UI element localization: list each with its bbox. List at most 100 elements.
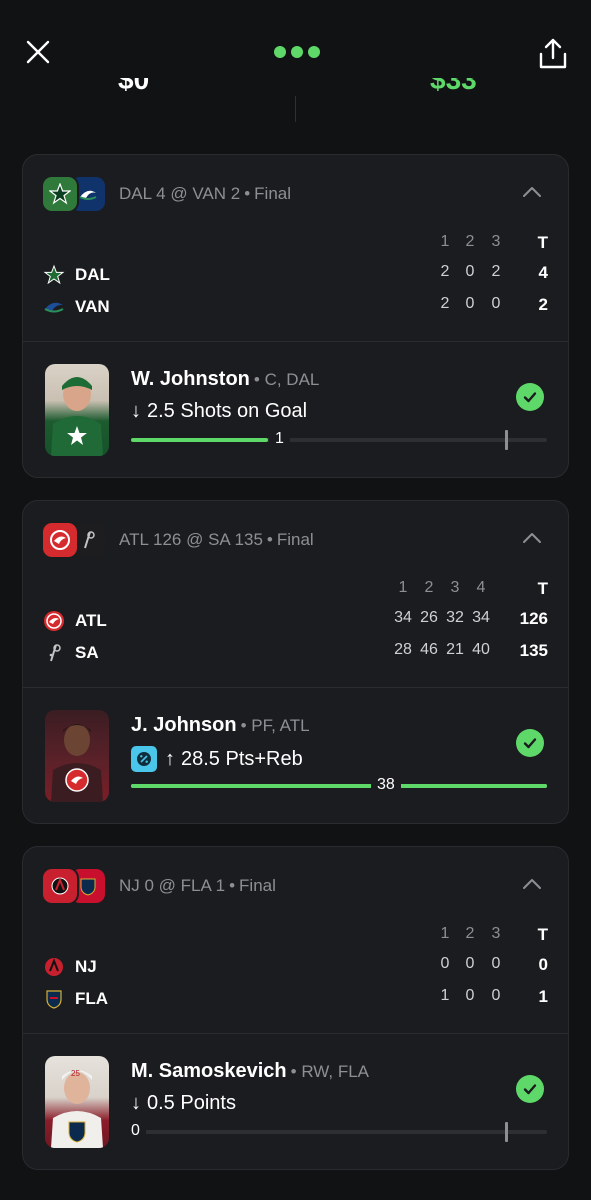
game-header[interactable]: NJ 0 @ FLA 1 • Final xyxy=(23,847,568,925)
period-label: 2 xyxy=(465,233,475,250)
team-abbr: ATL xyxy=(75,611,107,630)
player-name: W. Johnston • C, DAL xyxy=(131,368,320,390)
arrow-down-icon: ↓ xyxy=(131,400,141,422)
percent-boost-icon xyxy=(131,746,157,772)
player-photo xyxy=(45,364,109,456)
period-score: 1 xyxy=(440,987,450,1004)
period-label: 2 xyxy=(465,925,475,942)
team-total: 1 xyxy=(538,987,548,1006)
game-title: ATL 126 @ SA 135 • Final xyxy=(119,530,314,549)
period-score: 0 xyxy=(440,955,450,972)
period-score: 32 xyxy=(446,609,464,626)
period-label: 3 xyxy=(491,233,501,250)
game-card: DAL 4 @ VAN 2 • Final 1 2 3 T DAL 2 0 2 4 … xyxy=(22,154,569,478)
team-total: 0 xyxy=(538,955,548,974)
dallas-stars-icon xyxy=(43,177,77,211)
team-abbr: NJ xyxy=(75,957,97,976)
progress-track xyxy=(131,1122,547,1142)
score-table: 1 2 3 4 T ATL 34 26 32 34 126 SA 28 46 2… xyxy=(23,579,568,687)
period-score: 40 xyxy=(472,641,490,658)
share-icon[interactable] xyxy=(536,36,570,72)
team-row: VAN 2 0 0 2 xyxy=(23,295,568,319)
payout-total: $33 xyxy=(430,78,477,95)
period-label: 1 xyxy=(440,233,450,250)
team-abbr: FLA xyxy=(75,989,109,1008)
period-label: 1 xyxy=(398,579,408,596)
team-abbr: DAL xyxy=(75,265,110,284)
period-label: 3 xyxy=(450,579,460,596)
team-abbr: VAN xyxy=(75,297,110,316)
totals-strip: $0 $33 xyxy=(0,78,591,98)
progress-fill xyxy=(131,784,547,788)
game-title: DAL 4 @ VAN 2 • Final xyxy=(119,184,292,203)
period-score: 2 xyxy=(440,295,450,312)
period-score: 28 xyxy=(394,641,412,658)
period-score: 0 xyxy=(465,955,475,972)
san-antonio-spurs-icon xyxy=(43,642,65,664)
check-circle-icon xyxy=(516,383,544,411)
atlanta-hawks-icon xyxy=(43,610,65,632)
period-score: 0 xyxy=(465,295,475,312)
prop-line: ↓ 0.5 Points xyxy=(131,1092,236,1115)
more-dots-icon[interactable] xyxy=(274,46,320,60)
period-score: 0 xyxy=(465,263,475,280)
chevron-up-icon[interactable] xyxy=(522,531,542,545)
period-score: 0 xyxy=(491,295,501,312)
progress-value: 38 xyxy=(371,776,401,794)
progress-track xyxy=(131,430,547,450)
team-row: NJ 0 0 0 0 xyxy=(23,955,568,979)
period-score: 46 xyxy=(420,641,438,658)
period-score: 21 xyxy=(446,641,464,658)
florida-panthers-icon xyxy=(43,988,65,1010)
period-label: 3 xyxy=(491,925,501,942)
team-logos xyxy=(43,523,105,557)
score-table: 1 2 3 T DAL 2 0 2 4 VAN 2 0 0 2 xyxy=(23,233,568,341)
game-title: NJ 0 @ FLA 1 • Final xyxy=(119,876,276,895)
period-score: 0 xyxy=(491,955,501,972)
prop-line: ↑ 28.5 Pts+Reb xyxy=(131,746,303,772)
player-prop[interactable]: 25 M. Samoskevich • RW, FLA ↓ 0.5 Points … xyxy=(23,1034,568,1164)
period-header: 1 2 3 T xyxy=(23,925,568,947)
game-header[interactable]: ATL 126 @ SA 135 • Final xyxy=(23,501,568,579)
total-label: T xyxy=(537,925,548,944)
prop-line-text: 2.5 Shots on Goal xyxy=(147,400,308,422)
period-header: 1 2 3 T xyxy=(23,233,568,255)
period-label: 1 xyxy=(440,925,450,942)
period-score: 2 xyxy=(491,263,501,280)
player-prop[interactable]: W. Johnston • C, DAL ↓ 2.5 Shots on Goal … xyxy=(23,342,568,472)
team-logos xyxy=(43,177,105,211)
new-jersey-devils-icon xyxy=(43,956,65,978)
chevron-up-icon[interactable] xyxy=(522,185,542,199)
new-jersey-devils-icon xyxy=(43,869,77,903)
player-prop[interactable]: J. Johnson • PF, ATL ↑ 28.5 Pts+Reb 38 xyxy=(23,688,568,818)
game-card: NJ 0 @ FLA 1 • Final 1 2 3 T NJ 0 0 0 0 FL… xyxy=(22,846,569,1170)
period-score: 0 xyxy=(465,987,475,1004)
player-name: M. Samoskevich • RW, FLA xyxy=(131,1060,370,1082)
arrow-down-icon: ↓ xyxy=(131,1092,141,1114)
divider xyxy=(295,96,296,122)
check-circle-icon xyxy=(516,729,544,757)
player-photo xyxy=(45,710,109,802)
chevron-up-icon[interactable] xyxy=(522,877,542,891)
score-table: 1 2 3 T NJ 0 0 0 0 FLA 1 0 0 1 xyxy=(23,925,568,1033)
game-card: ATL 126 @ SA 135 • Final 1 2 3 4 T ATL 34 … xyxy=(22,500,569,824)
game-header[interactable]: DAL 4 @ VAN 2 • Final xyxy=(23,155,568,233)
player-photo: 25 xyxy=(45,1056,109,1148)
prop-line-text: 28.5 Pts+Reb xyxy=(181,747,303,770)
progress-value: 1 xyxy=(269,430,290,448)
team-row: DAL 2 0 2 4 xyxy=(23,263,568,287)
total-label: T xyxy=(537,233,548,252)
team-logos xyxy=(43,869,105,903)
team-abbr: SA xyxy=(75,643,99,662)
vancouver-canucks-icon xyxy=(43,296,65,318)
period-score: 34 xyxy=(472,609,490,626)
progress-fill xyxy=(131,438,268,442)
period-score: 2 xyxy=(440,263,450,280)
check-circle-icon xyxy=(516,1075,544,1103)
prop-line-text: 0.5 Points xyxy=(147,1092,236,1114)
close-icon[interactable] xyxy=(22,36,54,68)
arrow-up-icon: ↑ xyxy=(165,747,175,770)
prop-line: ↓ 2.5 Shots on Goal xyxy=(131,400,307,423)
period-score: 0 xyxy=(491,987,501,1004)
atlanta-hawks-icon xyxy=(43,523,77,557)
